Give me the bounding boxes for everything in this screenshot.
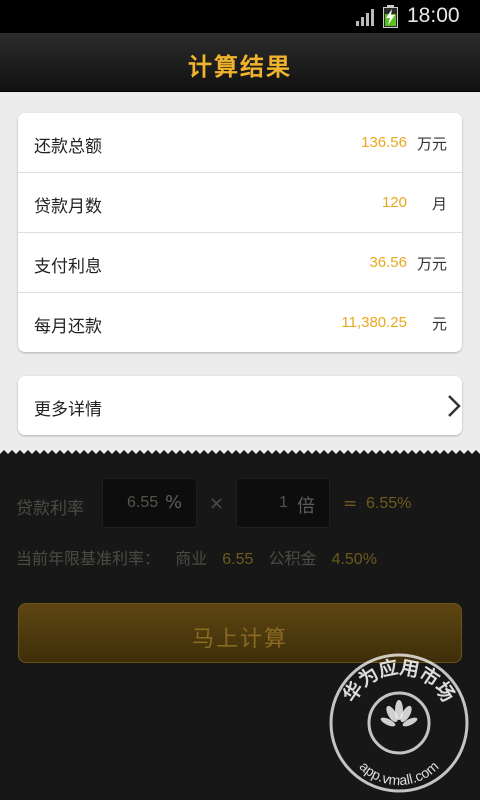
calculate-button-label: 马上计算	[191, 627, 288, 652]
result-value: 11,380.25	[341, 314, 407, 331]
equals-symbol: =	[343, 494, 358, 514]
result-unit: 万元	[417, 135, 448, 153]
result-label: 还款总额	[34, 137, 102, 157]
page-title: 计算结果	[188, 53, 292, 81]
title-bar: 计算结果	[0, 33, 480, 92]
watermark-cn-text: 华为应用市场	[338, 655, 459, 706]
rate-result: 6.55%	[366, 495, 412, 512]
more-details-button[interactable]: 更多详情	[18, 376, 462, 435]
rate-value: 6.55	[127, 494, 159, 511]
result-row-total: 还款总额 136.56 万元	[18, 113, 462, 173]
result-row-interest: 支付利息 36.56 万元	[18, 233, 462, 293]
result-label: 贷款月数	[34, 197, 102, 217]
multiplier-value: 1	[279, 494, 288, 511]
signal-icon	[356, 9, 374, 26]
result-label: 每月还款	[34, 317, 102, 337]
result-row-months: 贷款月数 120 月	[18, 173, 462, 233]
fund-label: 公积金	[268, 549, 317, 568]
result-value: 36.56	[369, 254, 407, 271]
svg-text:华为应用市场: 华为应用市场	[338, 655, 459, 706]
base-rate-row: 当前年限基准利率： 商业 6.55 公积金 4.50%	[16, 545, 387, 569]
more-details-label: 更多详情	[34, 400, 102, 420]
result-value: 136.56	[361, 134, 407, 151]
result-value: 120	[381, 194, 407, 211]
rate-label: 贷款利率	[16, 499, 84, 519]
huawei-logo-icon	[380, 700, 418, 727]
multiplier-input[interactable]: 1 倍	[236, 478, 330, 528]
base-rate-label: 当前年限基准利率：	[16, 549, 161, 568]
commercial-rate: 6.55	[222, 551, 254, 568]
results-card: 还款总额 136.56 万元 贷款月数 120 月 支付利息 36.56 万元 …	[18, 113, 462, 352]
result-row-monthly: 每月还款 11,380.25 元	[18, 293, 462, 353]
status-bar: 18:00	[0, 0, 480, 33]
huawei-appstore-watermark: 华为应用市场 app.vmall.com	[329, 653, 469, 793]
result-unit: 月	[432, 195, 448, 213]
result-unit: 元	[432, 315, 448, 333]
rate-suffix: %	[165, 492, 183, 513]
rate-input[interactable]: 6.55 %	[102, 478, 197, 528]
times-symbol: ×	[209, 493, 225, 514]
result-label: 支付利息	[34, 257, 102, 277]
zigzag-divider	[0, 450, 480, 460]
status-time: 18:00	[407, 4, 460, 27]
multiplier-suffix: 倍	[297, 496, 315, 517]
chevron-right-icon	[448, 395, 461, 417]
battery-charging-icon	[383, 5, 398, 28]
fund-rate: 4.50%	[331, 551, 377, 568]
result-unit: 万元	[417, 255, 448, 273]
commercial-label: 商业	[175, 549, 208, 568]
